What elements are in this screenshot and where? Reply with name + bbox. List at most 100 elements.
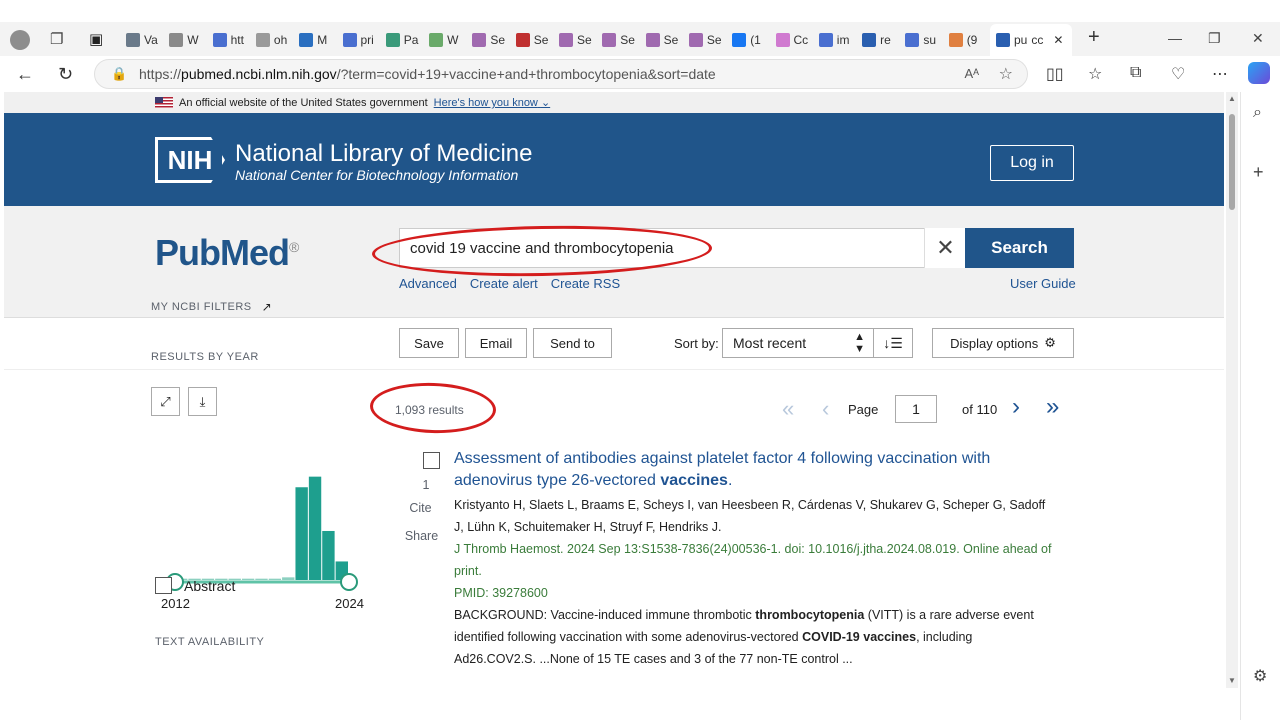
close-window-icon[interactable]: ✕ [1252,30,1264,47]
user-guide-link[interactable]: User Guide [1010,276,1076,291]
external-link-icon[interactable]: ↗ [262,300,272,314]
year-bar-2022[interactable] [308,476,322,580]
browser-tab[interactable]: Cc [775,28,818,52]
copilot-icon[interactable] [1248,62,1270,84]
browser-tab[interactable]: htt [212,28,255,52]
us-flag-icon [155,97,173,108]
abstract-filter[interactable]: Abstract [155,577,235,594]
clear-search-icon[interactable]: ✕ [924,228,966,268]
next-page-icon[interactable]: › [1012,393,1020,421]
tab-favicon-icon [385,33,400,47]
sort-select[interactable]: Most recent ▲ ▼ [722,328,874,358]
split-screen-icon[interactable]: ▯▯ [1046,64,1064,84]
tab-favicon-icon [472,33,487,47]
workspaces-icon[interactable]: ❐ [50,30,63,48]
tab-label: im [836,33,850,47]
tab-favicon-icon [732,33,747,47]
sort-direction-icon[interactable]: ↓☰ [873,328,913,358]
cite-button[interactable]: Cite [398,501,443,515]
browser-tab[interactable]: Se [645,28,688,52]
sidebar-settings-icon[interactable]: ⚙ [1253,666,1267,686]
browser-tab[interactable]: oh [255,28,298,52]
year-bar-2019[interactable] [268,578,282,580]
minimize-icon[interactable]: — [1168,30,1182,46]
favorites-icon[interactable]: ☆ [1088,64,1102,84]
advanced-link[interactable]: Advanced [399,276,457,291]
tab-actions-icon[interactable]: ▣ [89,30,103,48]
nih-logo[interactable]: NIH [155,137,225,183]
last-page-icon[interactable]: » [1046,393,1059,421]
browser-essentials-icon[interactable]: ♡ [1171,64,1185,84]
abstract-checkbox[interactable] [155,577,172,594]
browser-tab[interactable]: (9 [948,28,991,52]
browser-tab[interactable]: Se [472,28,514,52]
article-title-link[interactable]: Assessment of antibodies against platele… [454,448,1054,492]
first-page-icon[interactable]: « [782,396,794,422]
browser-tab[interactable]: im [818,28,861,52]
tab-label-extra: cc [1031,33,1044,47]
browser-tab[interactable]: Va [126,28,168,52]
browser-tab[interactable]: su [905,28,947,52]
year-bar-2023[interactable] [322,530,335,580]
browser-tab[interactable]: Se [602,28,644,52]
year-bar-2021[interactable] [295,487,308,580]
reload-icon[interactable]: ↻ [58,64,73,85]
year-bar-2017[interactable] [241,578,255,580]
tab-favicon-icon [515,33,530,47]
collections-icon[interactable]: ⧉ [1130,64,1141,82]
new-tab-icon[interactable]: + [1088,26,1100,49]
year-slider-end-handle[interactable] [340,573,358,591]
share-button[interactable]: Share [400,529,443,543]
nlm-title[interactable]: National Library of Medicine [235,140,532,168]
pubmed-logo[interactable]: PubMed® [155,232,299,274]
browser-tab[interactable]: pu cc ✕ [990,24,1072,56]
browser-tab[interactable]: (1 [732,28,774,52]
article-select-checkbox[interactable] [422,452,440,469]
browser-tab[interactable]: pri [342,28,385,52]
browser-tab[interactable]: Pa [385,28,428,52]
browser-tab[interactable]: W [169,28,211,52]
scroll-up-icon[interactable]: ▲ [1228,94,1236,103]
heres-how-you-know-link[interactable]: Here's how you know ⌄ [434,96,551,109]
more-menu-icon[interactable]: ⋯ [1212,64,1228,84]
url-host: pubmed.ncbi.nlm.nih.gov [181,66,337,82]
email-button[interactable]: Email [465,328,527,358]
page-number-input[interactable]: 1 [895,395,937,423]
restore-icon[interactable]: ❐ [1208,30,1221,47]
login-button[interactable]: Log in [990,145,1074,181]
profile-avatar[interactable] [10,30,30,50]
save-button[interactable]: Save [399,328,459,358]
tab-bar: ❐ ▣ Va Whtt oh Mpri Pa W Se Se Se Se Se Se (1 Cc im re s… [0,22,1280,56]
close-tab-icon[interactable]: ✕ [1053,33,1063,47]
nih-header: NIH National Library of Medicine Nationa… [4,113,1224,206]
browser-tab[interactable]: Se [515,28,558,52]
read-aloud-icon[interactable]: Aᴬ [964,66,979,81]
display-options-button[interactable]: Display options ⚙ [932,328,1074,358]
lock-icon[interactable]: 🔒 [111,66,127,82]
scroll-down-icon[interactable]: ▼ [1228,676,1236,685]
create-rss-link[interactable]: Create RSS [551,276,620,291]
browser-tab[interactable]: M [299,28,341,52]
total-pages: of 110 [962,402,998,417]
send-to-button[interactable]: Send to [533,328,612,358]
create-alert-link[interactable]: Create alert [470,276,538,291]
tab-favicon-icon [169,33,184,47]
scrollbar-thumb[interactable] [1229,114,1235,210]
browser-tab[interactable]: W [429,28,471,52]
sidebar-search-icon[interactable]: ⌕ [1253,104,1262,122]
sidebar-add-icon[interactable]: + [1253,162,1264,183]
search-links: Advanced Create alert Create RSS [399,276,620,291]
browser-tab[interactable]: re [862,28,904,52]
search-button[interactable]: Search [965,228,1074,268]
browser-tab[interactable]: Se [559,28,601,52]
previous-page-icon[interactable]: ‹ [822,396,829,422]
page-scrollbar[interactable]: ▲ ▼ [1226,92,1238,688]
year-bar-2018[interactable] [255,578,268,580]
favorite-star-icon[interactable]: ☆ [999,64,1013,84]
url-field[interactable]: 🔒 https://pubmed.ncbi.nlm.nih.gov/?term=… [94,59,1028,89]
pubmed-logo-mark: ® [289,239,299,255]
browser-tab[interactable]: Se [688,28,731,52]
year-bar-2020[interactable] [282,577,295,580]
gov-banner-text: An official website of the United States… [179,96,428,109]
back-icon[interactable]: ← [16,64,34,85]
